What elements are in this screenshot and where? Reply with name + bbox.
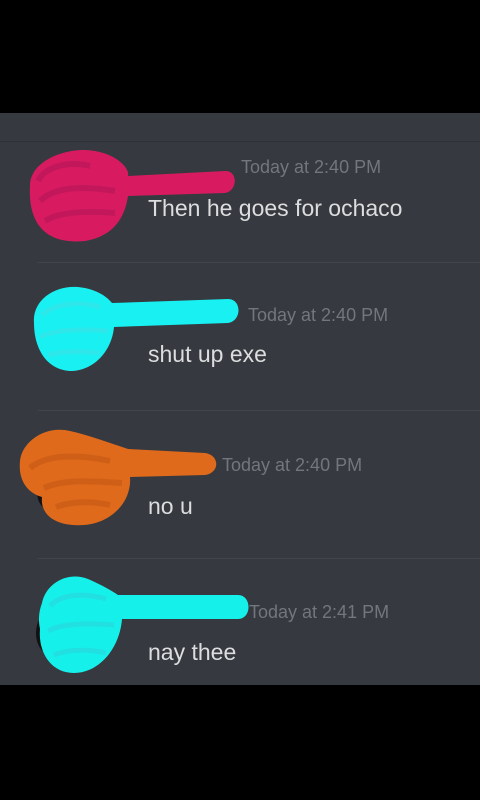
message-timestamp: Today at 2:40 PM xyxy=(222,455,363,475)
message-item[interactable]: Today at 2:40 PM shut up exe xyxy=(0,265,480,413)
redaction-scribble xyxy=(38,576,249,673)
chat-screenshot: Today at 2:40 PM Then he goes for ochaco… xyxy=(0,113,480,685)
message-divider xyxy=(38,262,480,263)
message-text: shut up exe xyxy=(148,341,267,367)
message-text: nay thee xyxy=(148,639,237,665)
redaction-scribble xyxy=(33,286,239,371)
message-item[interactable]: Today at 2:40 PM no u xyxy=(0,413,480,561)
message-timestamp: Today at 2:41 PM xyxy=(249,602,390,622)
message-timestamp: Today at 2:40 PM xyxy=(248,305,389,325)
message-item[interactable]: Today at 2:41 PM nay thee xyxy=(0,561,480,685)
chat-header-strip xyxy=(0,113,480,142)
message-timestamp: Today at 2:40 PM xyxy=(241,157,382,177)
message-text: Then he goes for ochaco xyxy=(148,195,403,221)
redaction-scribble xyxy=(19,429,217,526)
message-divider xyxy=(38,558,480,559)
message-text: no u xyxy=(148,493,193,519)
message-divider xyxy=(38,410,480,411)
